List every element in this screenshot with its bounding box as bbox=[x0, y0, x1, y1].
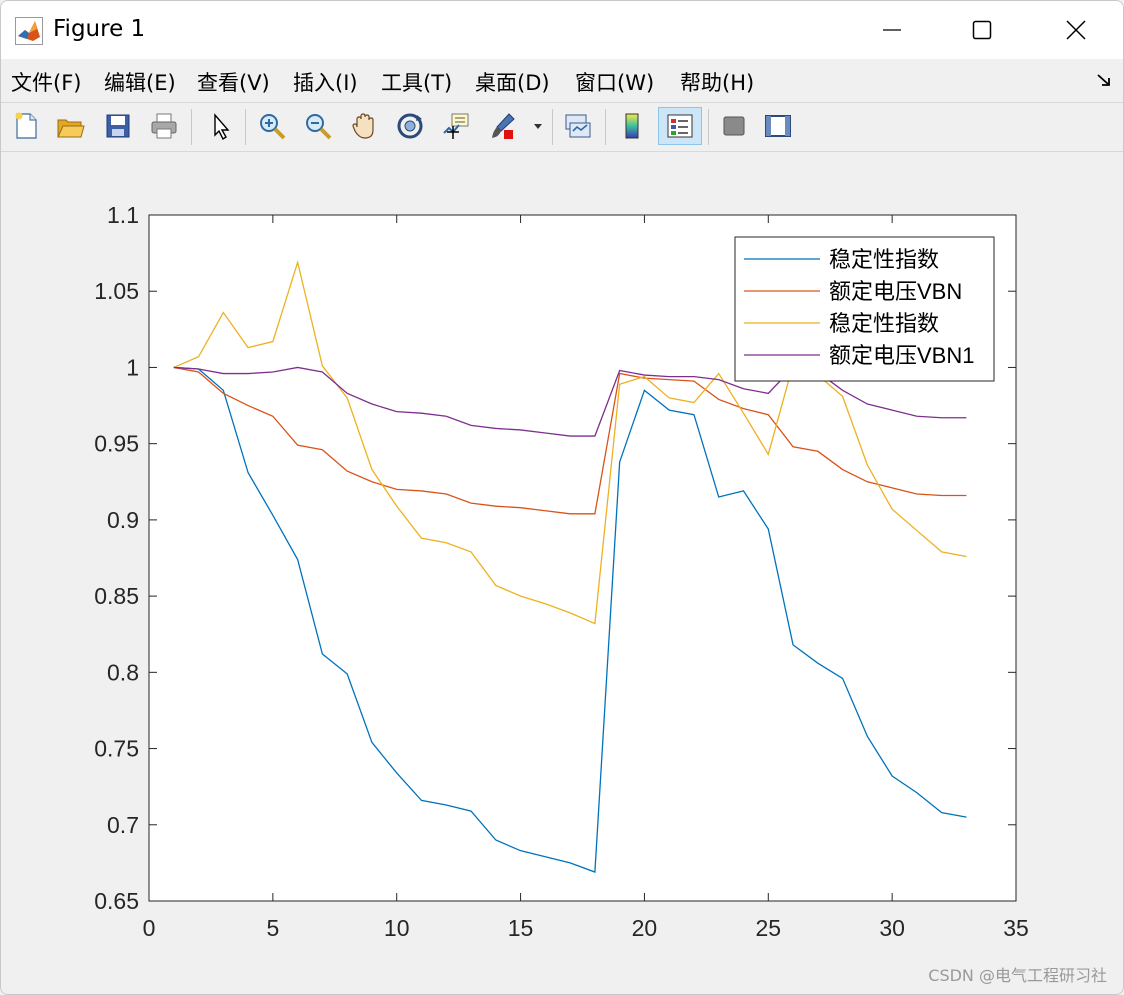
x-tick-label: 30 bbox=[879, 915, 905, 941]
colorbar-icon bbox=[625, 113, 639, 139]
line-chart[interactable]: 0.65 0.7 0.75 0.8 0.85 0.9 0.95 1 1.05 1.1 0 5 10 15… bbox=[1, 152, 1123, 994]
toolbar-separator bbox=[245, 109, 246, 145]
close-icon bbox=[1066, 20, 1086, 40]
hide-plot-tools-button[interactable] bbox=[716, 108, 752, 144]
menu-file[interactable]: 文件(F) bbox=[11, 67, 81, 97]
legend-label: 额定电压VBN1 bbox=[829, 343, 974, 368]
print-icon bbox=[151, 113, 177, 139]
legend-icon bbox=[667, 114, 693, 138]
toolbar-separator bbox=[191, 109, 192, 145]
x-tick-label: 20 bbox=[632, 915, 658, 941]
toolbar-separator bbox=[552, 109, 553, 145]
undock-arrow-icon[interactable] bbox=[1095, 71, 1113, 89]
select-arrow-icon bbox=[214, 113, 230, 141]
brush-button[interactable] bbox=[484, 108, 520, 144]
rotate-3d-icon bbox=[397, 113, 423, 139]
link-plot-button[interactable] bbox=[560, 108, 596, 144]
legend-label: 额定电压VBN bbox=[829, 279, 962, 304]
legend-label: 稳定性指数 bbox=[829, 247, 939, 272]
minimize-button[interactable] bbox=[869, 11, 915, 49]
save-icon bbox=[106, 114, 130, 138]
pan-button[interactable] bbox=[346, 108, 382, 144]
select-button[interactable] bbox=[202, 108, 238, 144]
y-tick-label: 0.7 bbox=[107, 812, 139, 838]
open-file-button[interactable] bbox=[52, 108, 88, 144]
link-plot-icon bbox=[565, 114, 591, 138]
data-cursor-icon bbox=[443, 113, 469, 139]
figure-canvas: 0.65 0.7 0.75 0.8 0.85 0.9 0.95 1 1.05 1.1 0 5 10 15… bbox=[1, 152, 1123, 994]
menu-help[interactable]: 帮助(H) bbox=[680, 67, 754, 97]
menu-insert[interactable]: 插入(I) bbox=[293, 67, 358, 97]
show-plot-tools-icon bbox=[765, 115, 791, 137]
toolbar-separator bbox=[605, 109, 606, 145]
zoom-out-icon bbox=[306, 114, 332, 140]
minimize-icon bbox=[883, 29, 901, 31]
figure-toolbar bbox=[1, 102, 1123, 152]
watermark: CSDN @电气工程研习社 bbox=[928, 966, 1107, 985]
pan-hand-icon bbox=[352, 113, 374, 139]
x-tick-label: 35 bbox=[1003, 915, 1029, 941]
zoom-in-icon bbox=[260, 114, 286, 140]
new-figure-icon bbox=[15, 112, 37, 139]
matlab-logo-icon bbox=[15, 17, 43, 45]
maximize-button[interactable] bbox=[959, 11, 1005, 49]
y-tick-label: 1 bbox=[126, 354, 139, 380]
figure-window: Figure 1 文件(F) 编辑(E) 查看(V) 插入(I) 工具(T) 桌… bbox=[0, 0, 1124, 995]
brush-dropdown-icon bbox=[534, 124, 542, 129]
show-plot-tools-button[interactable] bbox=[760, 108, 796, 144]
brush-icon bbox=[492, 113, 515, 139]
menu-view[interactable]: 查看(V) bbox=[197, 67, 270, 97]
y-tick-label: 1.1 bbox=[107, 202, 139, 228]
menu-bar: 文件(F) 编辑(E) 查看(V) 插入(I) 工具(T) 桌面(D) 窗口(W… bbox=[1, 61, 1123, 101]
colorbar-button[interactable] bbox=[614, 108, 650, 144]
menu-tools[interactable]: 工具(T) bbox=[381, 67, 452, 97]
rotate-3d-button[interactable] bbox=[392, 108, 428, 144]
data-cursor-button[interactable] bbox=[438, 108, 474, 144]
close-button[interactable] bbox=[1053, 11, 1099, 49]
open-file-icon bbox=[57, 119, 85, 138]
x-tick-label: 0 bbox=[143, 915, 156, 941]
y-tick-label: 1.05 bbox=[94, 278, 139, 304]
maximize-icon bbox=[972, 20, 992, 40]
legend-button[interactable] bbox=[658, 107, 702, 145]
y-tick-label: 0.95 bbox=[94, 431, 139, 457]
y-tick-label: 0.85 bbox=[94, 583, 139, 609]
x-tick-label: 25 bbox=[755, 915, 781, 941]
zoom-in-button[interactable] bbox=[254, 108, 290, 144]
title-bar[interactable]: Figure 1 bbox=[1, 1, 1123, 59]
print-button[interactable] bbox=[146, 108, 182, 144]
zoom-out-button[interactable] bbox=[300, 108, 336, 144]
x-tick-label: 15 bbox=[508, 915, 534, 941]
brush-dropdown-button[interactable] bbox=[528, 108, 548, 144]
save-button[interactable] bbox=[100, 108, 136, 144]
menu-desktop[interactable]: 桌面(D) bbox=[475, 67, 550, 97]
legend-label: 稳定性指数 bbox=[829, 311, 939, 336]
menu-edit[interactable]: 编辑(E) bbox=[104, 67, 176, 97]
x-tick-label: 5 bbox=[266, 915, 279, 941]
hide-plot-tools-icon bbox=[723, 116, 745, 136]
y-tick-label: 0.9 bbox=[107, 507, 139, 533]
y-tick-label: 0.75 bbox=[94, 736, 139, 762]
y-tick-label: 0.8 bbox=[107, 659, 139, 685]
y-tick-label: 0.65 bbox=[94, 888, 139, 914]
window-title: Figure 1 bbox=[53, 16, 146, 42]
toolbar-separator bbox=[708, 109, 709, 145]
x-tick-label: 10 bbox=[384, 915, 410, 941]
menu-window[interactable]: 窗口(W) bbox=[575, 67, 654, 97]
new-figure-button[interactable] bbox=[8, 108, 44, 144]
